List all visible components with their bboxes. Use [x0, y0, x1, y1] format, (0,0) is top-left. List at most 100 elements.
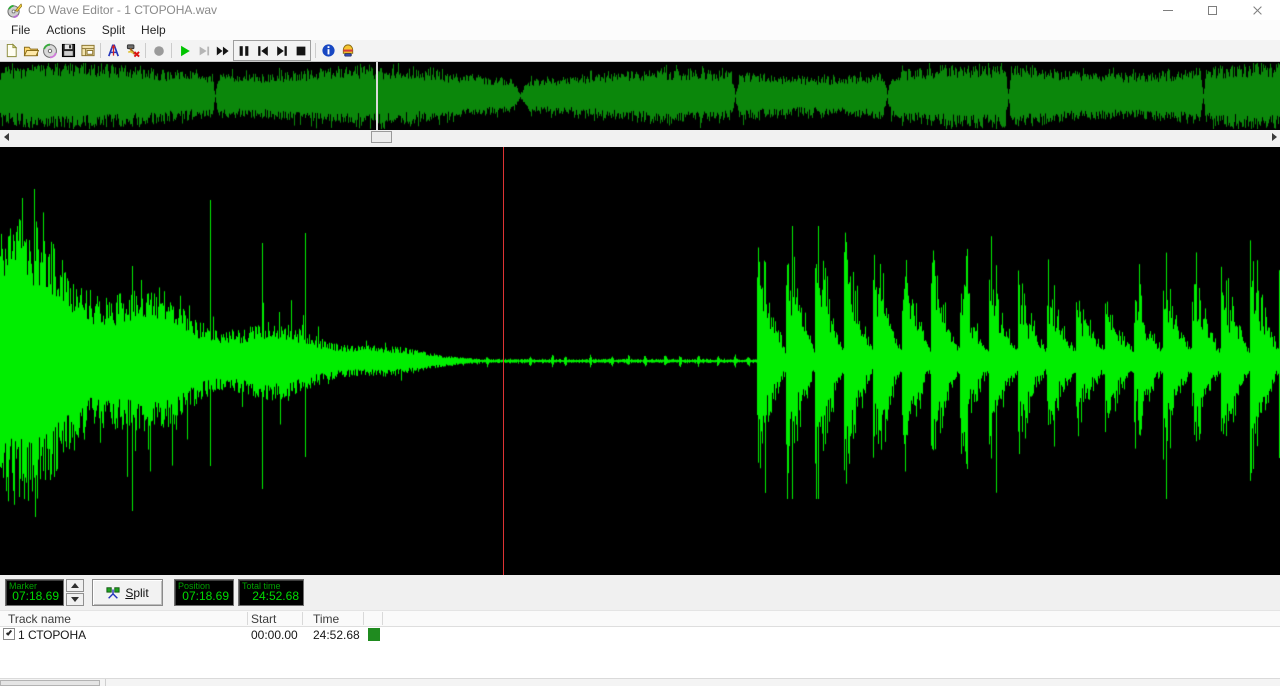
add-marker-button[interactable] — [104, 41, 123, 60]
check-icon — [5, 629, 13, 636]
split-button-label: Split — [125, 585, 149, 600]
menu-split[interactable]: Split — [94, 21, 133, 39]
arrow-right-icon — [1271, 133, 1277, 141]
close-icon — [1252, 5, 1263, 16]
table-row[interactable]: 1 СТОРОНА 00:00.00 24:52.68 — [0, 627, 1280, 644]
total-time-display: Total time 24:52.68 — [238, 579, 304, 606]
track-table-header: Track name Start Time — [0, 610, 1280, 627]
table-scrollbar-thumb[interactable] — [0, 680, 100, 686]
overview-scrollbar[interactable] — [0, 130, 1280, 144]
divider — [105, 679, 106, 686]
minimize-button[interactable] — [1145, 0, 1190, 20]
playback-cursor — [503, 147, 504, 575]
column-separator — [302, 612, 303, 625]
new-file-button[interactable] — [2, 41, 21, 60]
menu-help[interactable]: Help — [133, 21, 174, 39]
split-button[interactable]: Split — [92, 579, 163, 606]
record-icon — [153, 45, 164, 56]
open-cd-button[interactable] — [40, 41, 59, 60]
overview-waveform[interactable] — [0, 62, 1280, 130]
save-icon — [61, 43, 76, 58]
header-start[interactable]: Start — [251, 612, 276, 626]
fast-forward-icon — [216, 46, 229, 55]
overview-cursor — [376, 62, 378, 130]
close-button[interactable] — [1235, 0, 1280, 20]
file-properties-button[interactable] — [78, 41, 97, 60]
total-time-value: 24:52.68 — [252, 589, 299, 603]
marker-spinner — [66, 579, 84, 606]
header-track-name[interactable]: Track name — [8, 612, 71, 626]
scroll-right-button[interactable] — [1268, 130, 1280, 144]
app-icon — [7, 2, 22, 18]
record-button[interactable] — [149, 41, 168, 60]
track-checkbox[interactable] — [3, 628, 15, 640]
next-track-button[interactable] — [272, 41, 291, 60]
main-waveform-panel[interactable] — [0, 147, 1280, 575]
table-empty-area — [0, 645, 1280, 678]
tools-icon — [126, 44, 140, 58]
add-marker-icon — [108, 44, 119, 57]
transport-group — [233, 40, 311, 61]
chevron-up-icon — [71, 583, 79, 588]
split-icon — [106, 586, 120, 599]
open-file-button[interactable] — [21, 41, 40, 60]
track-time: 24:52.68 — [313, 628, 360, 642]
about-icon — [342, 44, 353, 57]
minimize-icon — [1162, 9, 1173, 11]
stop-icon — [296, 46, 305, 55]
marker-spin-up-button[interactable] — [66, 579, 84, 592]
open-cd-icon — [42, 43, 57, 58]
menubar: File Actions Split Help — [0, 20, 1280, 40]
menu-actions[interactable]: Actions — [38, 21, 93, 39]
track-name: 1 СТОРОНА — [18, 628, 87, 642]
new-file-icon — [6, 43, 18, 58]
play-selection-icon — [199, 46, 209, 55]
column-separator — [382, 612, 383, 625]
marker-spin-down-button[interactable] — [66, 593, 84, 606]
scroll-left-button[interactable] — [0, 130, 12, 144]
transport-panel: Marker 07:18.69 Split Position 07:18.69 … — [0, 575, 1280, 610]
about-button[interactable] — [338, 41, 357, 60]
next-track-icon — [276, 45, 287, 56]
marker-value: 07:18.69 — [12, 589, 59, 603]
table-horizontal-scrollbar[interactable] — [0, 678, 1280, 686]
previous-track-button[interactable] — [253, 41, 272, 60]
toolbar — [0, 40, 1280, 62]
maximize-button[interactable] — [1190, 0, 1235, 20]
play-selection-button[interactable] — [194, 41, 213, 60]
play-button[interactable] — [175, 41, 194, 60]
previous-track-icon — [257, 45, 268, 56]
fast-forward-button[interactable] — [213, 41, 232, 60]
chevron-down-icon — [71, 597, 79, 602]
toolbar-separator — [315, 43, 316, 58]
app-window: CD Wave Editor - 1 СТОРОНА.wav File Acti… — [0, 0, 1280, 686]
save-button[interactable] — [59, 41, 78, 60]
pause-icon — [239, 45, 248, 56]
track-color-swatch — [368, 628, 380, 641]
arrow-left-icon — [3, 133, 9, 141]
info-button[interactable] — [319, 41, 338, 60]
stop-button[interactable] — [291, 41, 310, 60]
toolbar-separator — [100, 43, 101, 58]
toolbar-separator — [171, 43, 172, 58]
open-file-icon — [23, 46, 39, 57]
maximize-icon — [1208, 5, 1217, 15]
pause-button[interactable] — [234, 41, 253, 60]
position-display: Position 07:18.69 — [174, 579, 234, 606]
play-icon — [180, 45, 190, 56]
overview-waveform-panel[interactable] — [0, 62, 1280, 130]
column-separator — [363, 612, 364, 625]
window-title: CD Wave Editor - 1 СТОРОНА.wav — [28, 3, 218, 17]
file-properties-icon — [80, 44, 95, 57]
scrollbar-thumb[interactable] — [371, 131, 392, 143]
header-time[interactable]: Time — [313, 612, 339, 626]
marker-display: Marker 07:18.69 — [5, 579, 64, 606]
column-separator — [247, 612, 248, 625]
position-value: 07:18.69 — [182, 589, 229, 603]
toolbar-separator — [145, 43, 146, 58]
track-start: 00:00.00 — [251, 628, 298, 642]
tools-button[interactable] — [123, 41, 142, 60]
main-waveform[interactable] — [0, 147, 1280, 575]
menu-file[interactable]: File — [3, 21, 38, 39]
titlebar: CD Wave Editor - 1 СТОРОНА.wav — [0, 0, 1280, 20]
